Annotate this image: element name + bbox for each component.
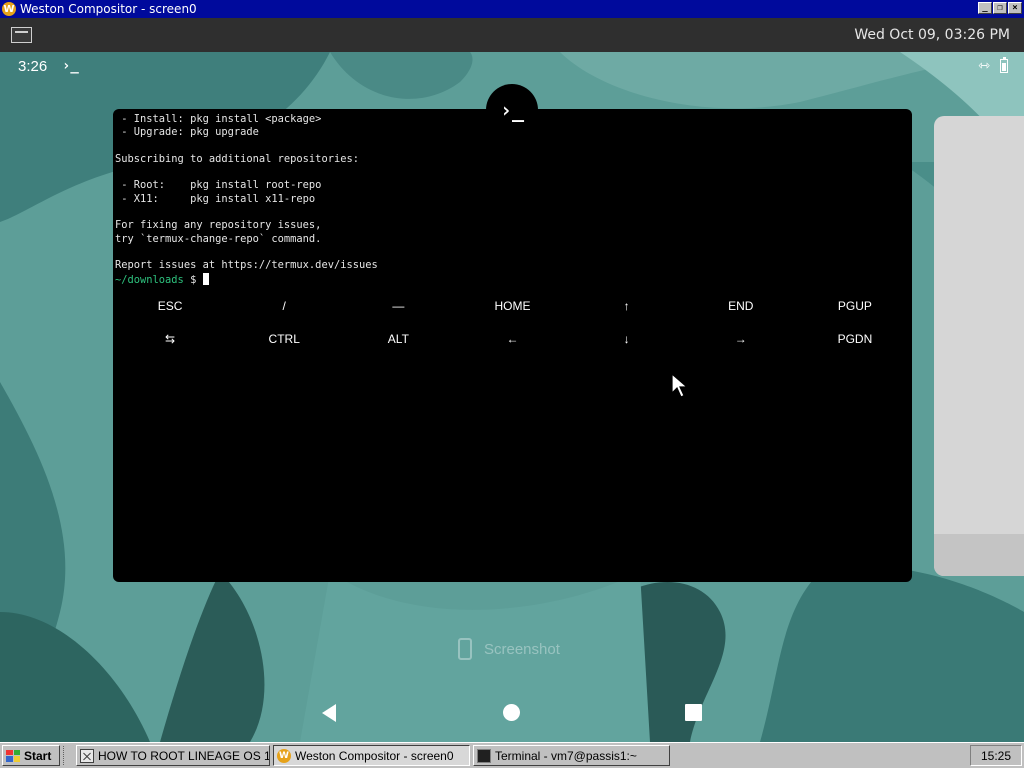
taskbar-item-terminal[interactable]: Terminal - vm7@passis1:~ [473,745,670,766]
slash-key[interactable]: / [227,299,341,313]
screenshot-label: Screenshot [484,640,560,658]
terminal-icon [477,748,491,763]
screenshot-button[interactable]: Screenshot [458,638,560,660]
nav-back-icon[interactable] [322,704,336,722]
taskbar: Start HOW TO ROOT LINEAGE OS 1... W West… [0,742,1024,768]
terminal-prompt[interactable]: ~/downloads $ [115,272,209,286]
end-key[interactable]: END [684,299,798,313]
taskbar-item-label: Terminal - vm7@passis1:~ [495,748,637,763]
weston-panel: Wed Oct 09, 03:26 PM [0,18,1024,52]
text-cursor [202,272,209,285]
taskbar-item-browser[interactable]: HOW TO ROOT LINEAGE OS 1... [76,745,270,766]
home-key[interactable]: HOME [455,299,569,313]
taskbar-separator [63,746,70,765]
terminal-line: - Install: pkg install <package> [115,113,322,125]
weston-app-icon[interactable]: W [2,2,16,16]
taskbar-item-label: HOW TO ROOT LINEAGE OS 1... [98,748,270,763]
extra-keys-row-1: ESC / — HOME ↑ END PGUP [113,289,912,322]
extra-keys-row-2: ⇆ CTRL ALT ← ↓ → PGDN [113,322,912,355]
windows-logo-icon [6,749,20,762]
termux-notification-icon: ›_ [62,58,79,74]
pgup-key[interactable]: PGUP [798,299,912,313]
terminal-line: - X11: pkg install x11-repo [115,192,316,205]
android-screen: 3:26 ›_ ⇿ ›_ - Install: pkg install <pac… [0,52,1024,742]
panel-clock: Wed Oct 09, 03:26 PM [854,27,1010,43]
battery-icon [1000,57,1008,73]
esc-key[interactable]: ESC [113,299,227,313]
termux-app-icon[interactable]: ›_ [486,84,538,136]
prompt-path: ~/downloads [115,273,184,286]
dash-key[interactable]: — [341,299,455,313]
ctrl-key[interactable]: CTRL [227,332,341,346]
up-arrow-key[interactable]: ↑ [570,299,684,313]
window-titlebar[interactable]: W Weston Compositor - screen0 _ ❐ × [0,0,1024,18]
nav-home-icon[interactable] [503,704,520,721]
browser-icon [80,748,94,763]
phone-icon [458,638,472,660]
system-tray-clock[interactable]: 15:25 [970,745,1022,766]
down-arrow-key[interactable]: ↓ [570,332,684,346]
start-button[interactable]: Start [2,745,60,766]
window-controls: _ ❐ × [978,2,1022,14]
recent-app-card-footer [934,534,1024,576]
terminal-line: Report issues at https://termux.dev/issu… [115,259,378,272]
right-arrow-key[interactable]: → [684,332,798,346]
window-title: Weston Compositor - screen0 [20,2,197,16]
minimize-button[interactable]: _ [978,2,992,14]
status-icons: ⇿ [978,57,1008,74]
weston-icon: W [277,748,291,763]
alt-key[interactable]: ALT [341,332,455,346]
left-arrow-key[interactable]: ← [455,332,569,346]
terminal-line: For fixing any repository issues, [115,219,322,232]
prompt-symbol: $ [183,273,203,286]
terminal-launcher-icon[interactable] [11,27,32,43]
recent-app-card[interactable] [934,116,1024,576]
extra-keys-bar: ESC / — HOME ↑ END PGUP ⇆ CTRL ALT ← ↓ →… [113,289,912,355]
close-button[interactable]: × [1008,2,1022,14]
taskbar-item-weston[interactable]: W Weston Compositor - screen0 [273,745,470,766]
terminal-line: try `termux-change-repo` command. [115,232,322,245]
termux-window[interactable]: - Install: pkg install <package> - Upgra… [113,109,912,582]
terminal-output: - Install: pkg install <package> - Upgra… [115,113,378,287]
nav-recents-icon[interactable] [685,704,702,721]
status-time: 3:26 [18,58,48,75]
tab-key[interactable]: ⇆ [113,332,227,346]
terminal-line: - Root: pkg install root-repo [115,179,322,192]
data-saver-icon: ⇿ [978,58,990,74]
taskbar-item-label: Weston Compositor - screen0 [295,748,454,763]
mouse-pointer-icon [671,373,689,398]
terminal-line: Subscribing to additional repositories: [115,152,359,165]
maximize-button[interactable]: ❐ [993,2,1007,14]
pgdn-key[interactable]: PGDN [798,332,912,346]
terminal-line: - Upgrade: pkg upgrade [115,126,259,139]
tray-time: 15:25 [980,748,1012,763]
start-label: Start [24,748,52,763]
